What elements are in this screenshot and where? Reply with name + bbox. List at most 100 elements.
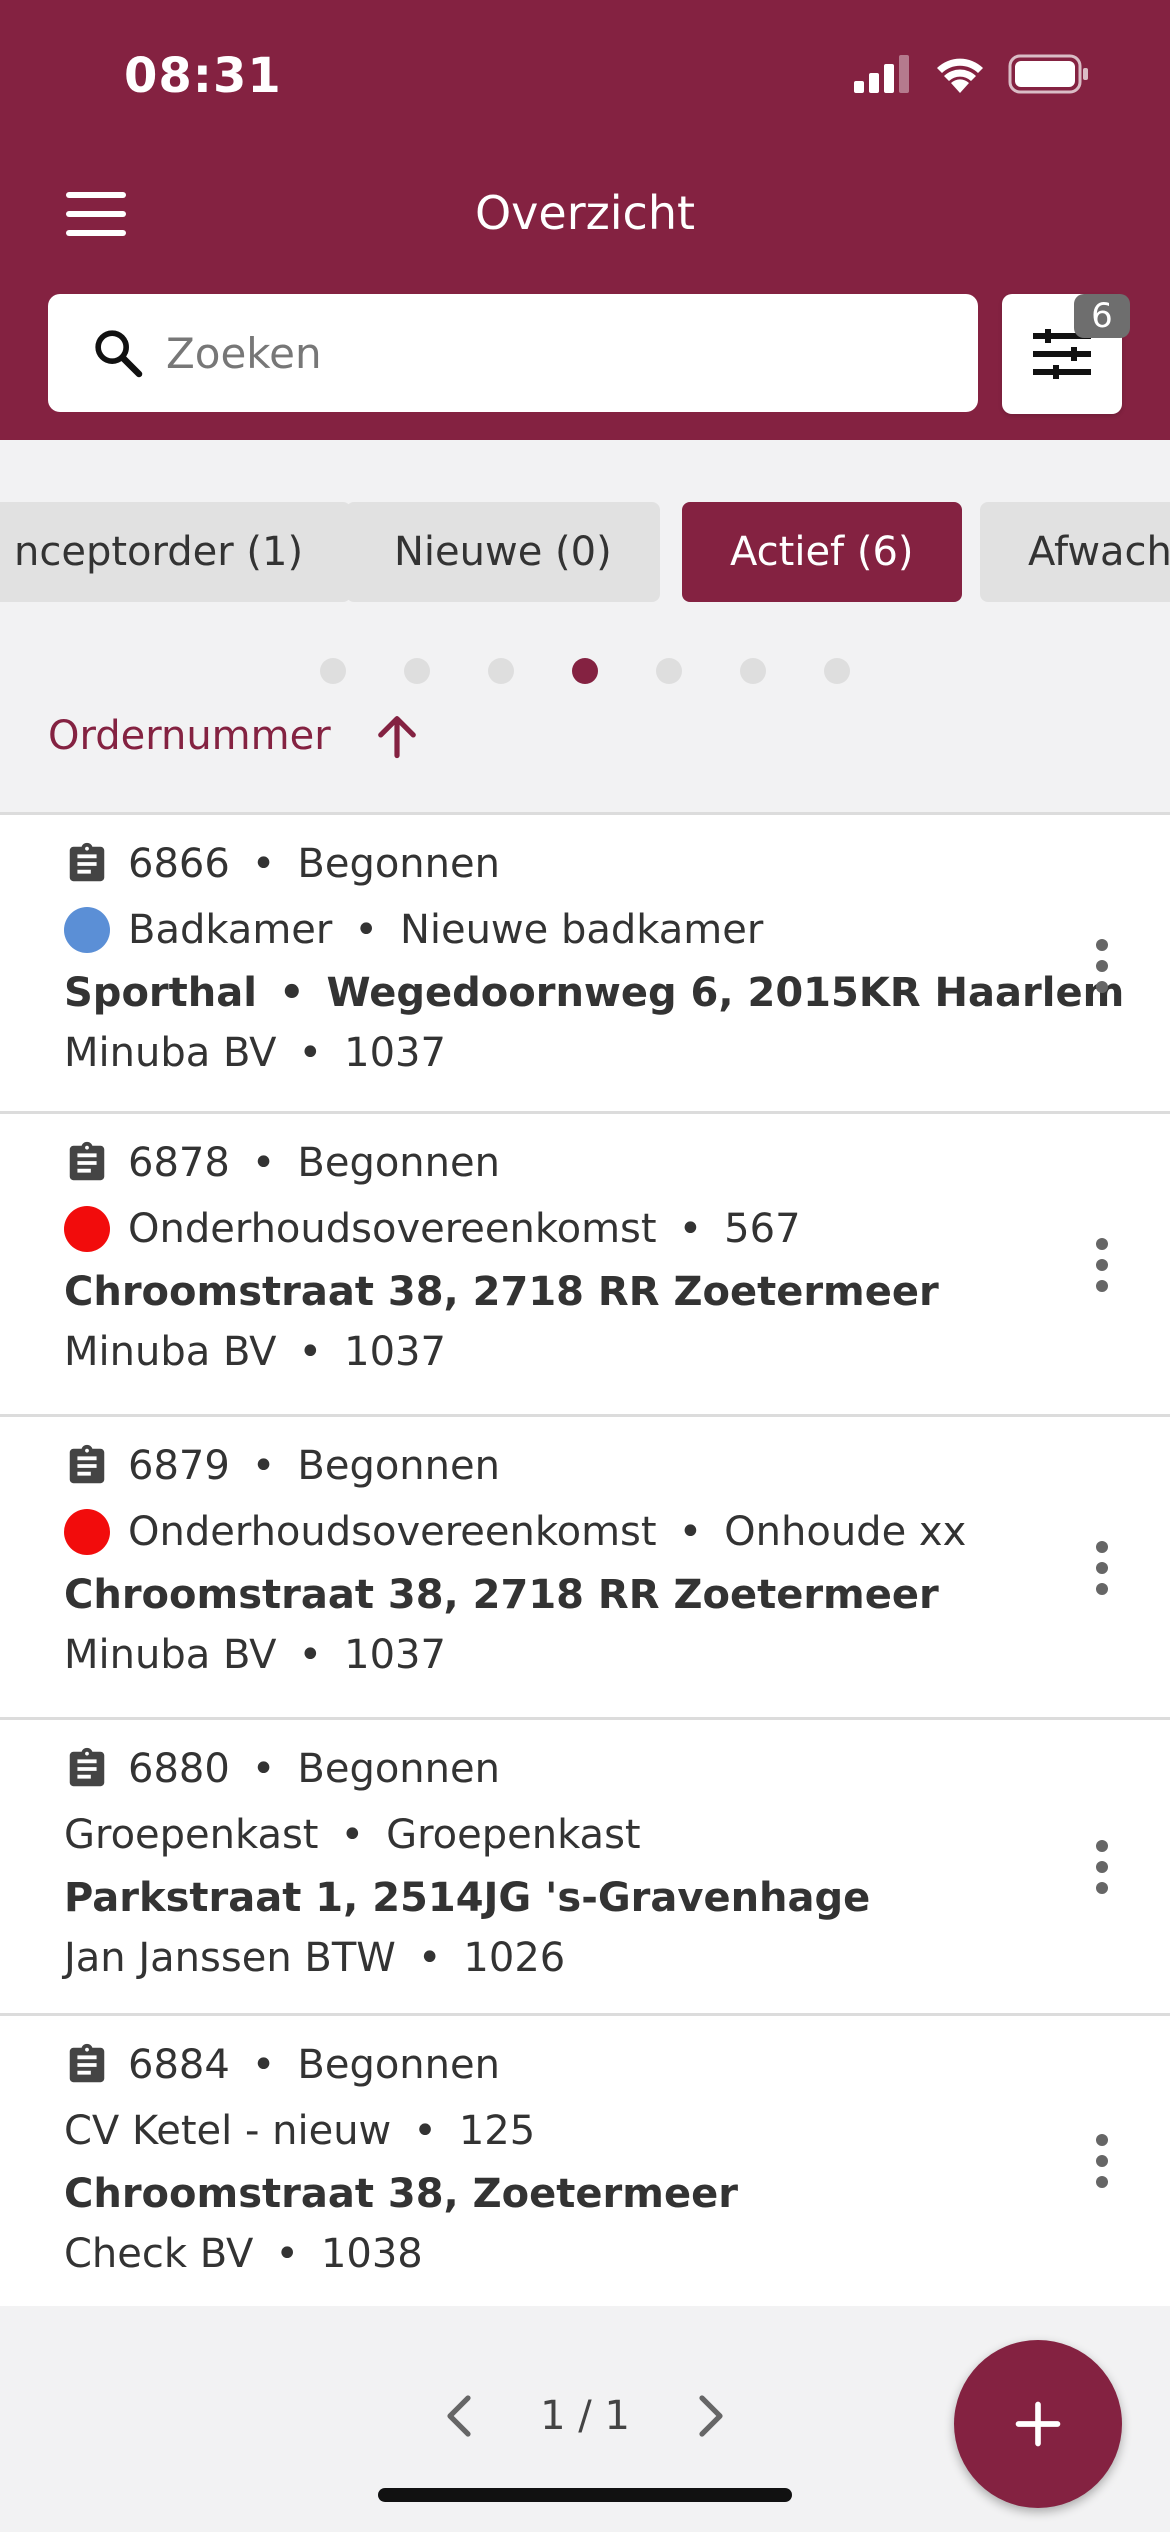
home-indicator [378,2488,792,2502]
order-item[interactable]: 6879 • Begonnen Onderhoudsovereenkomst • Onh… [0,1417,1170,1720]
order-customer-number: 1026 [463,1935,566,1981]
order-item[interactable]: 6884 • Begonnen CV Ketel - nieuw • 125 Chroo… [0,2016,1170,2306]
status-time: 08:31 [124,48,282,104]
order-number: 6884 [128,2042,230,2088]
more-vertical-icon[interactable] [1082,1238,1122,1292]
order-description: 125 [458,2108,536,2154]
order-address: Chroomstraat 38, Zoetermeer [64,2171,738,2217]
order-item[interactable]: 6878 • Begonnen Onderhoudsovereenkomst • 567… [0,1114,1170,1417]
order-header: 6878 • Begonnen [64,1130,1170,1196]
search-box[interactable] [48,294,978,412]
order-header: 6879 • Begonnen [64,1433,1170,1499]
order-location-name: Sporthal [64,970,257,1016]
order-header: 6880 • Begonnen [64,1736,1170,1802]
order-address: Chroomstraat 38, 2718 RR Zoetermeer [64,1269,939,1315]
order-customer-number: 1037 [344,1632,446,1678]
category-color-dot [64,1509,110,1555]
clipboard-icon [69,1141,105,1181]
page-dot [656,658,682,684]
order-list: 6866 • Begonnen Badkamer • Nieuwe badkamer S… [0,812,1170,2306]
order-header: 6866 • Begonnen [64,831,1170,897]
order-category: CV Ketel - nieuw [64,2108,392,2154]
status-icons [854,54,1090,94]
battery-icon [1008,54,1088,94]
order-customer-line: Minuba BV • 1037 [64,1322,1170,1382]
order-customer: Check BV [64,2231,254,2277]
clipboard-icon [69,2043,105,2083]
order-status: Begonnen [297,1746,500,1792]
order-customer-line: Check BV • 1038 [64,2224,1170,2284]
search-input[interactable] [166,328,926,378]
chevron-left-icon[interactable] [440,2392,480,2440]
clipboard-icon [69,842,105,882]
tab-nieuwe[interactable]: Nieuwe (0) [346,502,660,602]
more-vertical-icon[interactable] [1082,1840,1122,1894]
signal-icon [854,55,909,93]
tab-afwachten[interactable]: Afwach [980,502,1170,602]
more-vertical-icon[interactable] [1082,1541,1122,1595]
order-address: Wegedoornweg 6, 2015KR Haarlem [326,970,1125,1016]
tab-conceptorder[interactable]: nceptorder (1) [0,502,352,602]
order-address-line: Chroomstraat 38, 2718 RR Zoetermeer [64,1565,1170,1625]
page-title: Overzicht [474,186,696,240]
app-header: 08:31 Overzicht Zoeken 6 [0,0,1170,440]
order-category-line: Onderhoudsovereenkomst • 567 [64,1196,1170,1262]
order-address-line: Sporthal • Wegedoornweg 6, 2015KR Haarlem [64,963,1170,1023]
order-status: Begonnen [297,2042,500,2088]
page-dot [488,658,514,684]
clipboard-icon [69,1444,105,1484]
page-count: 1 / 1 [540,2393,630,2439]
page-dot [320,658,346,684]
order-category: Groepenkast [64,1812,319,1858]
order-number: 6866 [128,841,230,887]
order-category: Onderhoudsovereenkomst [128,1509,657,1555]
order-customer-line: Minuba BV • 1037 [64,1625,1170,1685]
order-number: 6880 [128,1746,230,1792]
arrow-up-icon [377,716,416,759]
order-item[interactable]: 6866 • Begonnen Badkamer • Nieuwe badkamer S… [0,812,1170,1114]
order-customer: Minuba BV [64,1329,277,1375]
order-status: Begonnen [297,841,500,887]
category-color-dot [64,907,110,953]
sort-label: Ordernummer [48,713,331,759]
order-category: Badkamer [128,907,333,953]
order-number: 6879 [128,1443,230,1489]
order-customer-number: 1038 [320,2231,423,2277]
page-indicator [0,658,1170,684]
order-category-line: CV Ketel - nieuw • 125 [64,2098,1170,2164]
order-address-line: Chroomstraat 38, Zoetermeer [64,2164,1170,2224]
order-description: Nieuwe badkamer [399,907,764,953]
page-dot [740,658,766,684]
order-customer-number: 1037 [344,1329,446,1375]
more-vertical-icon[interactable] [1082,2134,1122,2188]
page-dot [824,658,850,684]
order-address: Parkstraat 1, 2514JG 's-Gravenhage [64,1875,871,1921]
order-item[interactable]: 6880 • Begonnen Groepenkast • Groepenkast Pa… [0,1720,1170,2016]
order-customer: Jan Janssen BTW [64,1935,396,1981]
order-customer-number: 1037 [344,1030,446,1076]
order-address-line: Parkstraat 1, 2514JG 's-Gravenhage [64,1868,1170,1928]
order-status: Begonnen [297,1443,500,1489]
chevron-right-icon[interactable] [690,2392,730,2440]
wifi-icon [937,58,983,93]
page-dot-active [572,658,598,684]
order-category: Onderhoudsovereenkomst [128,1206,657,1252]
more-vertical-icon[interactable] [1082,939,1122,993]
order-header: 6884 • Begonnen [64,2032,1170,2098]
plus-icon [1015,2401,1061,2447]
order-description: Groepenkast [386,1812,641,1858]
sort-control[interactable]: Ordernummer [48,710,423,762]
status-tabs: nceptorder (1) Nieuwe (0) Actief (6) Afw… [0,440,1170,800]
order-status: Begonnen [297,1140,500,1186]
order-number: 6878 [128,1140,230,1186]
category-color-dot [64,1206,110,1252]
tab-actief[interactable]: Actief (6) [682,502,962,602]
page-dot [404,658,430,684]
add-order-button[interactable] [954,2340,1122,2508]
search-icon [95,330,143,378]
order-customer: Minuba BV [64,1632,277,1678]
order-customer-line: Jan Janssen BTW • 1026 [64,1928,1170,1988]
order-address-line: Chroomstraat 38, 2718 RR Zoetermeer [64,1262,1170,1322]
order-customer-line: Minuba BV • 1037 [64,1023,1170,1083]
order-description: 567 [724,1206,801,1252]
